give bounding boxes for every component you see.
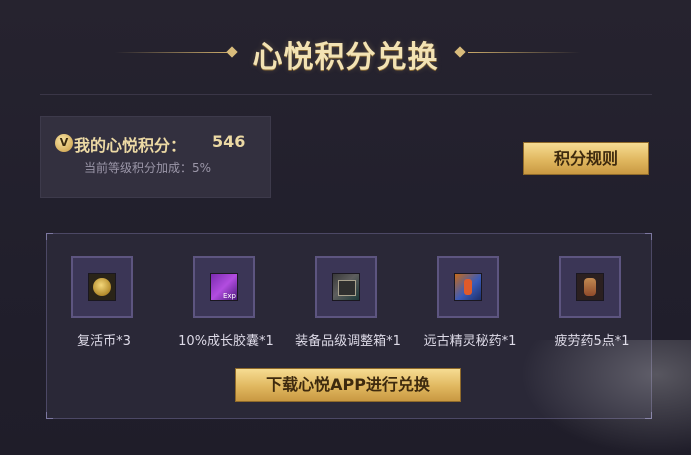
item-slot[interactable] [437, 256, 499, 318]
fatigue-potion-icon [576, 273, 604, 301]
ancient-elf-potion-icon [454, 273, 482, 301]
corner-decoration [645, 412, 652, 419]
equipment-grade-box-icon [332, 273, 360, 301]
revive-coin-icon [88, 273, 116, 301]
item-name: 疲劳药5点*1 [554, 334, 630, 349]
exchange-panel: 心悦积分兑换 V 我的心悦积分： 546 当前等级积分加成：5% 积分规则 复活… [0, 0, 691, 455]
points-value: 546 [212, 132, 246, 151]
title-divider-left [115, 52, 227, 53]
title-row: 心悦积分兑换 [0, 28, 691, 78]
reward-item-fatigue-potion[interactable]: 疲劳药5点*1 [532, 256, 652, 349]
growth-capsule-icon [210, 273, 238, 301]
header-divider [40, 94, 652, 95]
corner-decoration [645, 233, 652, 240]
title-divider-right [468, 52, 580, 53]
item-slot[interactable] [71, 256, 133, 318]
corner-decoration [46, 412, 53, 419]
vip-badge-icon: V [55, 134, 73, 152]
corner-decoration [46, 233, 53, 240]
item-slot[interactable] [559, 256, 621, 318]
points-summary: V 我的心悦积分： 546 当前等级积分加成：5% [40, 116, 271, 198]
points-bonus-text: 当前等级积分加成：5% [84, 161, 212, 175]
item-slot[interactable] [315, 256, 377, 318]
page-title: 心悦积分兑换 [252, 40, 439, 75]
points-label: 我的心悦积分： [74, 136, 187, 155]
download-app-button[interactable]: 下载心悦APP进行兑换 [235, 368, 461, 402]
points-rules-button[interactable]: 积分规则 [523, 142, 649, 175]
item-slot[interactable] [193, 256, 255, 318]
